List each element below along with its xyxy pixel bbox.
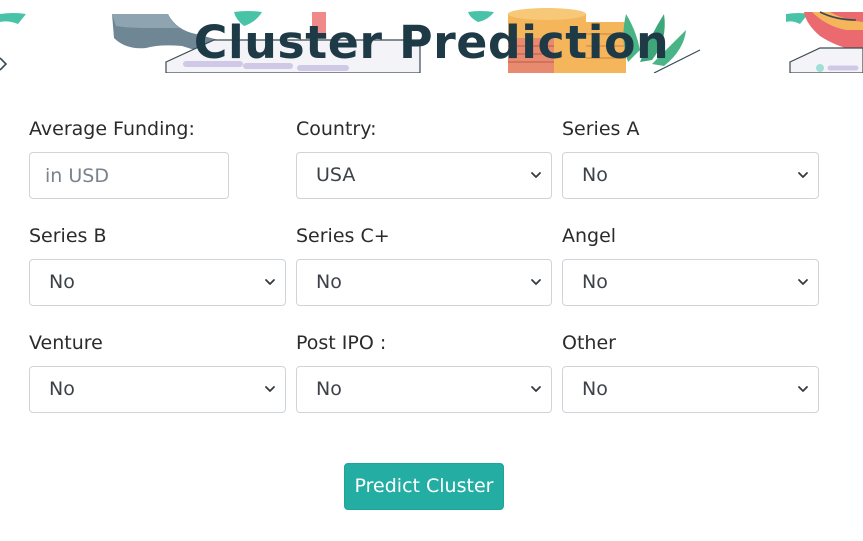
chevron-down-icon [265, 279, 275, 285]
chevron-down-icon [531, 172, 541, 178]
prediction-form: Average Funding: Country: USA Series A N… [0, 0, 863, 541]
chevron-down-icon [798, 386, 808, 392]
chevron-down-icon [798, 172, 808, 178]
post-ipo-select[interactable]: No [296, 366, 552, 413]
angel-select-value: No [582, 271, 608, 293]
chevron-down-icon [798, 279, 808, 285]
angel-select[interactable]: No [562, 259, 819, 306]
venture-select[interactable]: No [29, 366, 286, 413]
series-c-select[interactable]: No [296, 259, 552, 306]
chevron-down-icon [265, 386, 275, 392]
venture-select-value: No [49, 378, 75, 400]
series-a-select[interactable]: No [562, 152, 819, 199]
series-c-label: Series C+ [296, 225, 390, 247]
series-b-label: Series B [29, 225, 107, 247]
chevron-down-icon [531, 386, 541, 392]
country-label: Country: [296, 118, 377, 140]
post-ipo-label: Post IPO : [296, 332, 387, 354]
angel-label: Angel [562, 225, 617, 247]
other-label: Other [562, 332, 616, 354]
series-c-select-value: No [316, 271, 342, 293]
average-funding-input[interactable] [29, 152, 229, 199]
series-a-label: Series A [562, 118, 640, 140]
chevron-down-icon [531, 279, 541, 285]
venture-label: Venture [29, 332, 103, 354]
post-ipo-select-value: No [316, 378, 342, 400]
other-select[interactable]: No [562, 366, 819, 413]
predict-cluster-button[interactable]: Predict Cluster [344, 463, 504, 510]
series-b-select[interactable]: No [29, 259, 286, 306]
country-select-value: USA [316, 164, 356, 186]
series-b-select-value: No [49, 271, 75, 293]
other-select-value: No [582, 378, 608, 400]
country-select[interactable]: USA [296, 152, 552, 199]
average-funding-label: Average Funding: [29, 118, 195, 140]
series-a-select-value: No [582, 164, 608, 186]
